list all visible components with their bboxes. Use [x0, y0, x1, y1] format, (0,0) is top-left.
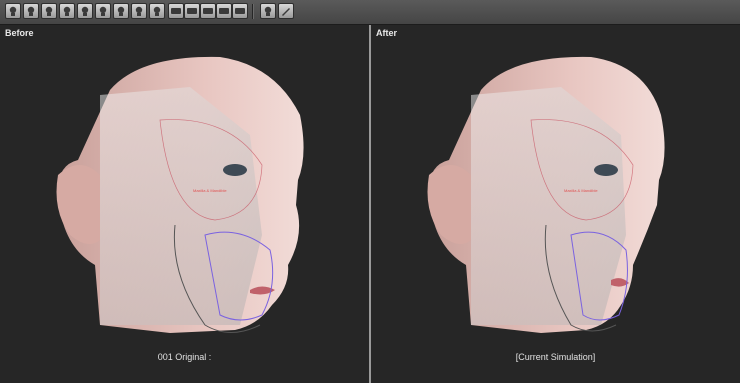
face-wireframe-button[interactable]: [149, 3, 165, 19]
after-caption: [Current Simulation]: [515, 352, 596, 362]
face-right-icon: [43, 5, 55, 17]
pen-tool-icon: [280, 5, 292, 17]
face-front-button[interactable]: [5, 3, 21, 19]
face-front-icon: [7, 5, 19, 17]
eye-shape: [223, 164, 247, 176]
face-right-button[interactable]: [41, 3, 57, 19]
cranium-icon: [218, 5, 230, 17]
face-top-icon: [115, 5, 127, 17]
face-left-icon: [25, 5, 37, 17]
ear-shape: [56, 165, 100, 244]
ear-shape: [427, 165, 471, 244]
dental-arch-button[interactable]: [184, 3, 200, 19]
cranium-button[interactable]: [216, 3, 232, 19]
jaw-icon: [234, 5, 246, 17]
ceph-view-button[interactable]: [168, 3, 184, 19]
after-face-render[interactable]: [371, 25, 740, 383]
before-annotation-label: Maxilla & Mandible: [193, 188, 227, 193]
main-toolbar: [0, 0, 740, 25]
jaw-button[interactable]: [232, 3, 248, 19]
face-left-button[interactable]: [23, 3, 39, 19]
face-smile-button[interactable]: [95, 3, 111, 19]
before-caption: 001 Original :: [157, 352, 212, 362]
ceph-view-icon: [170, 5, 182, 17]
after-viewport[interactable]: After Maxilla & Mandible [Current Simula…: [371, 25, 740, 383]
before-face-render[interactable]: [0, 25, 369, 383]
face-smile-icon: [97, 5, 109, 17]
face-three-quarter-button[interactable]: [59, 3, 75, 19]
face-profile-button[interactable]: [77, 3, 93, 19]
face-top-button[interactable]: [113, 3, 129, 19]
before-viewport[interactable]: Before Maxilla & Mandible 001 Original :: [0, 25, 369, 383]
pen-tool-button[interactable]: [278, 3, 294, 19]
face-bottom-icon: [133, 5, 145, 17]
face-profile-icon: [79, 5, 91, 17]
airway-icon: [202, 5, 214, 17]
eye-shape: [594, 164, 618, 176]
airway-button[interactable]: [200, 3, 216, 19]
xray-overlay: [471, 87, 626, 325]
toolbar-separator: [252, 4, 254, 19]
face-mask-icon: [262, 5, 274, 17]
face-mask-button[interactable]: [260, 3, 276, 19]
face-bottom-button[interactable]: [131, 3, 147, 19]
face-wireframe-icon: [151, 5, 163, 17]
face-three-quarter-icon: [61, 5, 73, 17]
dental-arch-icon: [186, 5, 198, 17]
after-annotation-label: Maxilla & Mandible: [564, 188, 598, 193]
